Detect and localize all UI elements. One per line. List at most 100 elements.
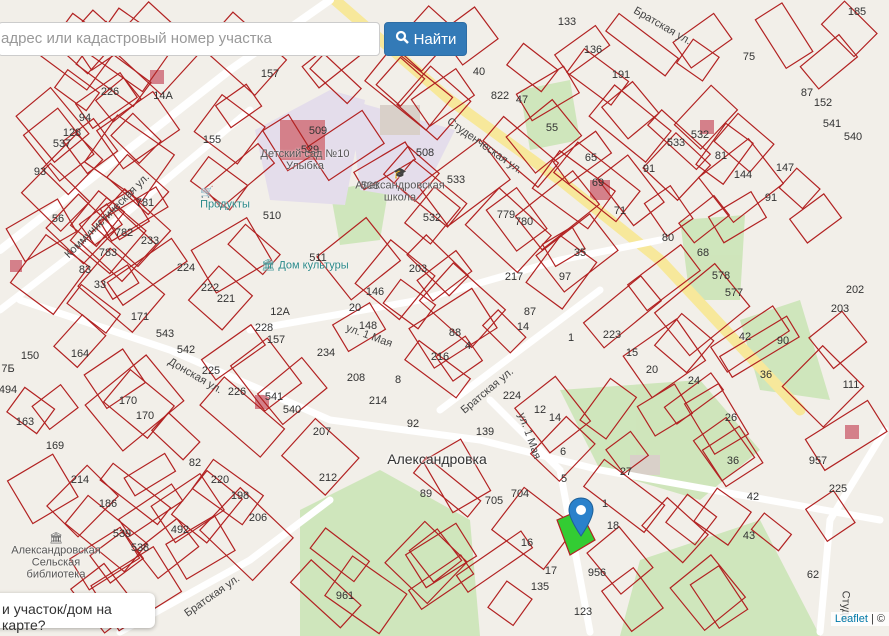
parcel[interactable] <box>788 193 843 244</box>
parcel-number: 14А <box>153 90 173 102</box>
parcel-number: 781 <box>135 197 155 209</box>
parcel[interactable] <box>754 2 814 70</box>
parcel-number: 170 <box>118 395 138 407</box>
parcel-number: 146 <box>365 286 385 298</box>
parcel[interactable] <box>464 187 552 274</box>
parcel-number: 136 <box>583 44 603 56</box>
parcel-number: 185 <box>847 6 867 18</box>
parcel-number: 163 <box>15 416 35 428</box>
parcel-number: 8 <box>394 374 402 386</box>
parcel[interactable] <box>123 452 177 497</box>
parcel-number: 957 <box>808 455 828 467</box>
parcel-number: 68 <box>696 247 710 259</box>
parcel-number: 87 <box>800 87 814 99</box>
parcel-number: 782 <box>114 227 134 239</box>
map-marker-pin[interactable] <box>568 497 594 542</box>
parcel-number: 186 <box>98 498 118 510</box>
place-label: Александровка <box>387 451 487 467</box>
parcel-number: 540 <box>843 131 863 143</box>
parcel-number: 16 <box>520 537 534 549</box>
parcel-number: 90 <box>776 335 790 347</box>
parcel[interactable] <box>15 86 90 164</box>
parcel-number: 169 <box>45 440 65 452</box>
parcel-number: 164 <box>70 348 90 360</box>
parcel-number: 94 <box>78 112 92 124</box>
parcel-number: 24 <box>687 375 701 387</box>
parcel-number: 91 <box>764 192 778 204</box>
parcel-number: 139 <box>475 426 495 438</box>
parcel-number: 152 <box>813 97 833 109</box>
poi-culture-house[interactable]: 🏛 Дом культуры <box>261 259 348 272</box>
parcel-number: 214 <box>70 474 90 486</box>
parcel-number: 233 <box>140 235 160 247</box>
parcel-number: 43 <box>742 530 756 542</box>
parcel-number: 42 <box>746 491 760 503</box>
parcel-number: 42 <box>738 331 752 343</box>
parcel-number: 216 <box>430 351 450 363</box>
parcel-number: 542 <box>176 344 196 356</box>
search-input[interactable]: адрес или кадастровый номер участка <box>0 22 380 56</box>
parcel-number: 69 <box>591 177 605 189</box>
parcel-number: 214 <box>368 395 388 407</box>
help-prompt-bubble[interactable]: и участок/дом на карте? <box>0 593 155 633</box>
parcel[interactable] <box>150 411 201 461</box>
parcel-number: 82 <box>188 457 202 469</box>
parcel-number: 224 <box>502 390 522 402</box>
parcel-number: 217 <box>504 271 524 283</box>
parcel-number: 537 <box>52 138 72 150</box>
parcel[interactable] <box>514 169 601 251</box>
parcel-number: 14 <box>516 321 530 333</box>
parcel-number: 80 <box>661 232 675 244</box>
parcel-number: 578 <box>711 270 731 282</box>
parcel-number: 492 <box>170 524 190 536</box>
parcel-number: 539 <box>112 528 132 540</box>
parcel-number: 540 <box>282 404 302 416</box>
poi-school[interactable]: 🎓 Александровская школа <box>345 167 455 204</box>
parcel-number: 191 <box>611 69 631 81</box>
parcel-number: 543 <box>155 328 175 340</box>
parcel-number: 47 <box>515 94 529 106</box>
parcel-number: 157 <box>260 68 280 80</box>
parcel-number: 221 <box>216 293 236 305</box>
parcel-number: 206 <box>248 512 268 524</box>
parcel-number: 15 <box>625 347 639 359</box>
parcel[interactable] <box>778 167 821 210</box>
parcel-number: 40 <box>472 66 486 78</box>
parcel-number: 133 <box>557 16 577 28</box>
parcel-number: 822 <box>490 90 510 102</box>
parcel-number: 157 <box>266 334 286 346</box>
parcel-number: 538 <box>130 542 150 554</box>
parcel-number: 14 <box>548 412 562 424</box>
parcel-number: 228 <box>254 322 274 334</box>
parcel-number: 532 <box>690 129 710 141</box>
parcel[interactable] <box>99 462 172 526</box>
parcel[interactable] <box>487 580 533 627</box>
parcel-number: 7Б <box>1 363 15 375</box>
parcel-number: 961 <box>335 590 355 602</box>
parcel-number: 577 <box>724 287 744 299</box>
poi-kindergarten[interactable]: Детский сад №10 Улыбка <box>260 148 350 172</box>
parcel[interactable] <box>6 453 79 525</box>
parcel-number: 198 <box>230 490 250 502</box>
parcel-number: 97 <box>558 271 572 283</box>
parcel-number: 55 <box>545 122 559 134</box>
parcel-number: 83 <box>78 264 92 276</box>
search-button[interactable]: Найти <box>384 22 467 56</box>
parcel-number: 91 <box>642 163 656 175</box>
search-icon <box>395 30 409 48</box>
parcel-number: 56 <box>51 213 65 225</box>
parcel-number: 65 <box>584 152 598 164</box>
poi-shop[interactable]: 🛒 Продукты <box>200 186 250 211</box>
parcel[interactable] <box>404 339 472 399</box>
poi-library[interactable]: 🏛 Александровская Сельская библиотека <box>1 532 111 581</box>
parcel-number: 226 <box>227 386 247 398</box>
parcel-number: 36 <box>726 455 740 467</box>
parcel-number: 36 <box>759 369 773 381</box>
parcel-number: 705 <box>484 495 504 507</box>
parcel-number: 208 <box>346 372 366 384</box>
parcel[interactable] <box>799 33 859 90</box>
parcel[interactable] <box>31 383 79 431</box>
parcel-number: 203 <box>408 263 428 275</box>
leaflet-link[interactable]: Leaflet <box>835 613 868 625</box>
parcel-number: 147 <box>775 162 795 174</box>
